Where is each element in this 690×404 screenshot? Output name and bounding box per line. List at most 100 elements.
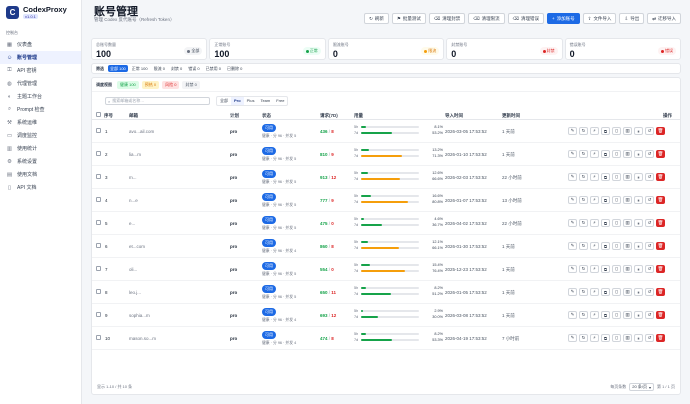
delete-button[interactable]: 🗑 (656, 150, 665, 158)
test-button[interactable]: ⚡ (590, 219, 599, 227)
toolbar-button[interactable]: ⌫ 清理限流 (468, 13, 505, 24)
test-button[interactable]: ⚡ (590, 311, 599, 319)
filter-chip[interactable]: 已禁用 0 (204, 65, 223, 72)
delete-button[interactable]: 🗑 (656, 173, 665, 181)
file-button[interactable]: ▯ (612, 288, 621, 296)
pause-button[interactable]: ⏸ (634, 265, 643, 273)
delete-button[interactable]: 🗑 (656, 334, 665, 342)
row-checkbox[interactable] (96, 266, 101, 271)
delete-button[interactable]: 🗑 (656, 288, 665, 296)
pause-button[interactable]: ⏸ (634, 196, 643, 204)
row-checkbox[interactable] (96, 197, 101, 202)
edit-button[interactable]: ✎ (568, 311, 577, 319)
test-button[interactable]: ⚡ (590, 173, 599, 181)
file-button[interactable]: ▯ (612, 334, 621, 342)
chart-button[interactable]: ▥ (623, 173, 632, 181)
dispatch-pill[interactable]: 预热 0 (141, 80, 160, 89)
copy-button[interactable]: ⧉ (601, 242, 610, 250)
filter-chip[interactable]: 限流 0 (152, 65, 167, 72)
toolbar-button[interactable]: ↻ 刷新 (364, 13, 389, 24)
copy-button[interactable]: ⧉ (601, 127, 610, 135)
reset-button[interactable]: ↺ (645, 288, 654, 296)
edit-button[interactable]: ✎ (568, 288, 577, 296)
sidebar-item[interactable]: ▤ 使用文档 (0, 168, 81, 181)
edit-button[interactable]: ✎ (568, 196, 577, 204)
file-button[interactable]: ▯ (612, 242, 621, 250)
pause-button[interactable]: ⏸ (634, 219, 643, 227)
filter-chip[interactable]: 已删除 0 (225, 65, 244, 72)
sidebar-item[interactable]: ▯ API 文档 (0, 181, 81, 194)
sidebar-item[interactable]: ▥ 使用统计 (0, 142, 81, 155)
chart-button[interactable]: ▥ (623, 196, 632, 204)
refresh-token-button[interactable]: ↻ (579, 127, 588, 135)
reset-button[interactable]: ↺ (645, 334, 654, 342)
refresh-token-button[interactable]: ↻ (579, 334, 588, 342)
file-button[interactable]: ▯ (612, 127, 621, 135)
sidebar-item[interactable]: ▦ 仪表盘 (0, 38, 81, 51)
file-button[interactable]: ▯ (612, 219, 621, 227)
edit-button[interactable]: ✎ (568, 150, 577, 158)
sidebar-item[interactable]: ▭ 调度监控 (0, 129, 81, 142)
file-button[interactable]: ▯ (612, 265, 621, 273)
refresh-token-button[interactable]: ↻ (579, 196, 588, 204)
delete-button[interactable]: 🗑 (656, 242, 665, 250)
test-button[interactable]: ⚡ (590, 242, 599, 250)
reset-button[interactable]: ↺ (645, 173, 654, 181)
pause-button[interactable]: ⏸ (634, 150, 643, 158)
toolbar-button[interactable]: + 添加账号 (547, 13, 580, 24)
reset-button[interactable]: ↺ (645, 219, 654, 227)
plan-filter-item[interactable]: Pro (231, 97, 244, 105)
sidebar-item[interactable]: ⚙ 系统设置 (0, 155, 81, 168)
sidebar-item[interactable]: ⚒ 系统运维 (0, 116, 81, 129)
toolbar-button[interactable]: ⌫ 清理错误 (507, 13, 545, 24)
toolbar-button[interactable]: ⇩ 导出 (619, 13, 645, 24)
toolbar-button[interactable]: ⇪ 文件导入 (582, 13, 617, 24)
plan-filter-item[interactable]: 全部 (217, 97, 231, 105)
filter-chip[interactable]: 全部 100 (108, 65, 128, 72)
copy-button[interactable]: ⧉ (601, 173, 610, 181)
dispatch-pill[interactable]: 封禁 0 (182, 80, 200, 89)
pause-button[interactable]: ⏸ (634, 334, 643, 342)
copy-button[interactable]: ⧉ (601, 219, 610, 227)
search-input[interactable]: ⌕ 搜索邮箱或名称… (105, 97, 210, 105)
file-button[interactable]: ▯ (612, 150, 621, 158)
file-button[interactable]: ▯ (612, 196, 621, 204)
refresh-token-button[interactable]: ↻ (579, 173, 588, 181)
reset-button[interactable]: ↺ (645, 242, 654, 250)
copy-button[interactable]: ⧉ (601, 265, 610, 273)
pause-button[interactable]: ⏸ (634, 311, 643, 319)
delete-button[interactable]: 🗑 (656, 311, 665, 319)
pause-button[interactable]: ⏸ (634, 127, 643, 135)
reset-button[interactable]: ↺ (645, 127, 654, 135)
row-checkbox[interactable] (96, 174, 101, 179)
reset-button[interactable]: ↺ (645, 311, 654, 319)
chart-button[interactable]: ▥ (623, 288, 632, 296)
reset-button[interactable]: ↺ (645, 150, 654, 158)
refresh-token-button[interactable]: ↻ (579, 265, 588, 273)
select-all-checkbox[interactable] (96, 112, 101, 117)
row-checkbox[interactable] (96, 335, 101, 340)
sidebar-item[interactable]: ◍ 代理管理 (0, 77, 81, 90)
test-button[interactable]: ⚡ (590, 334, 599, 342)
refresh-token-button[interactable]: ↻ (579, 219, 588, 227)
pause-button[interactable]: ⏸ (634, 173, 643, 181)
copy-button[interactable]: ⧉ (601, 288, 610, 296)
reset-button[interactable]: ↺ (645, 196, 654, 204)
chart-button[interactable]: ▥ (623, 219, 632, 227)
sidebar-item[interactable]: ◐ 主题工作台 (0, 90, 81, 103)
refresh-token-button[interactable]: ↻ (579, 311, 588, 319)
pause-button[interactable]: ⏸ (634, 288, 643, 296)
row-checkbox[interactable] (96, 128, 101, 133)
delete-button[interactable]: 🗑 (656, 219, 665, 227)
row-checkbox[interactable] (96, 289, 101, 294)
filter-chip[interactable]: 封禁 0 (169, 65, 184, 72)
edit-button[interactable]: ✎ (568, 334, 577, 342)
row-checkbox[interactable] (96, 151, 101, 156)
row-checkbox[interactable] (96, 312, 101, 317)
refresh-token-button[interactable]: ↻ (579, 242, 588, 250)
dispatch-pill[interactable]: 健康 100 (117, 80, 139, 89)
filter-chip[interactable]: 正常 100 (130, 65, 150, 72)
toolbar-button[interactable]: ⚑ 批量测试 (391, 13, 426, 24)
copy-button[interactable]: ⧉ (601, 311, 610, 319)
edit-button[interactable]: ✎ (568, 173, 577, 181)
